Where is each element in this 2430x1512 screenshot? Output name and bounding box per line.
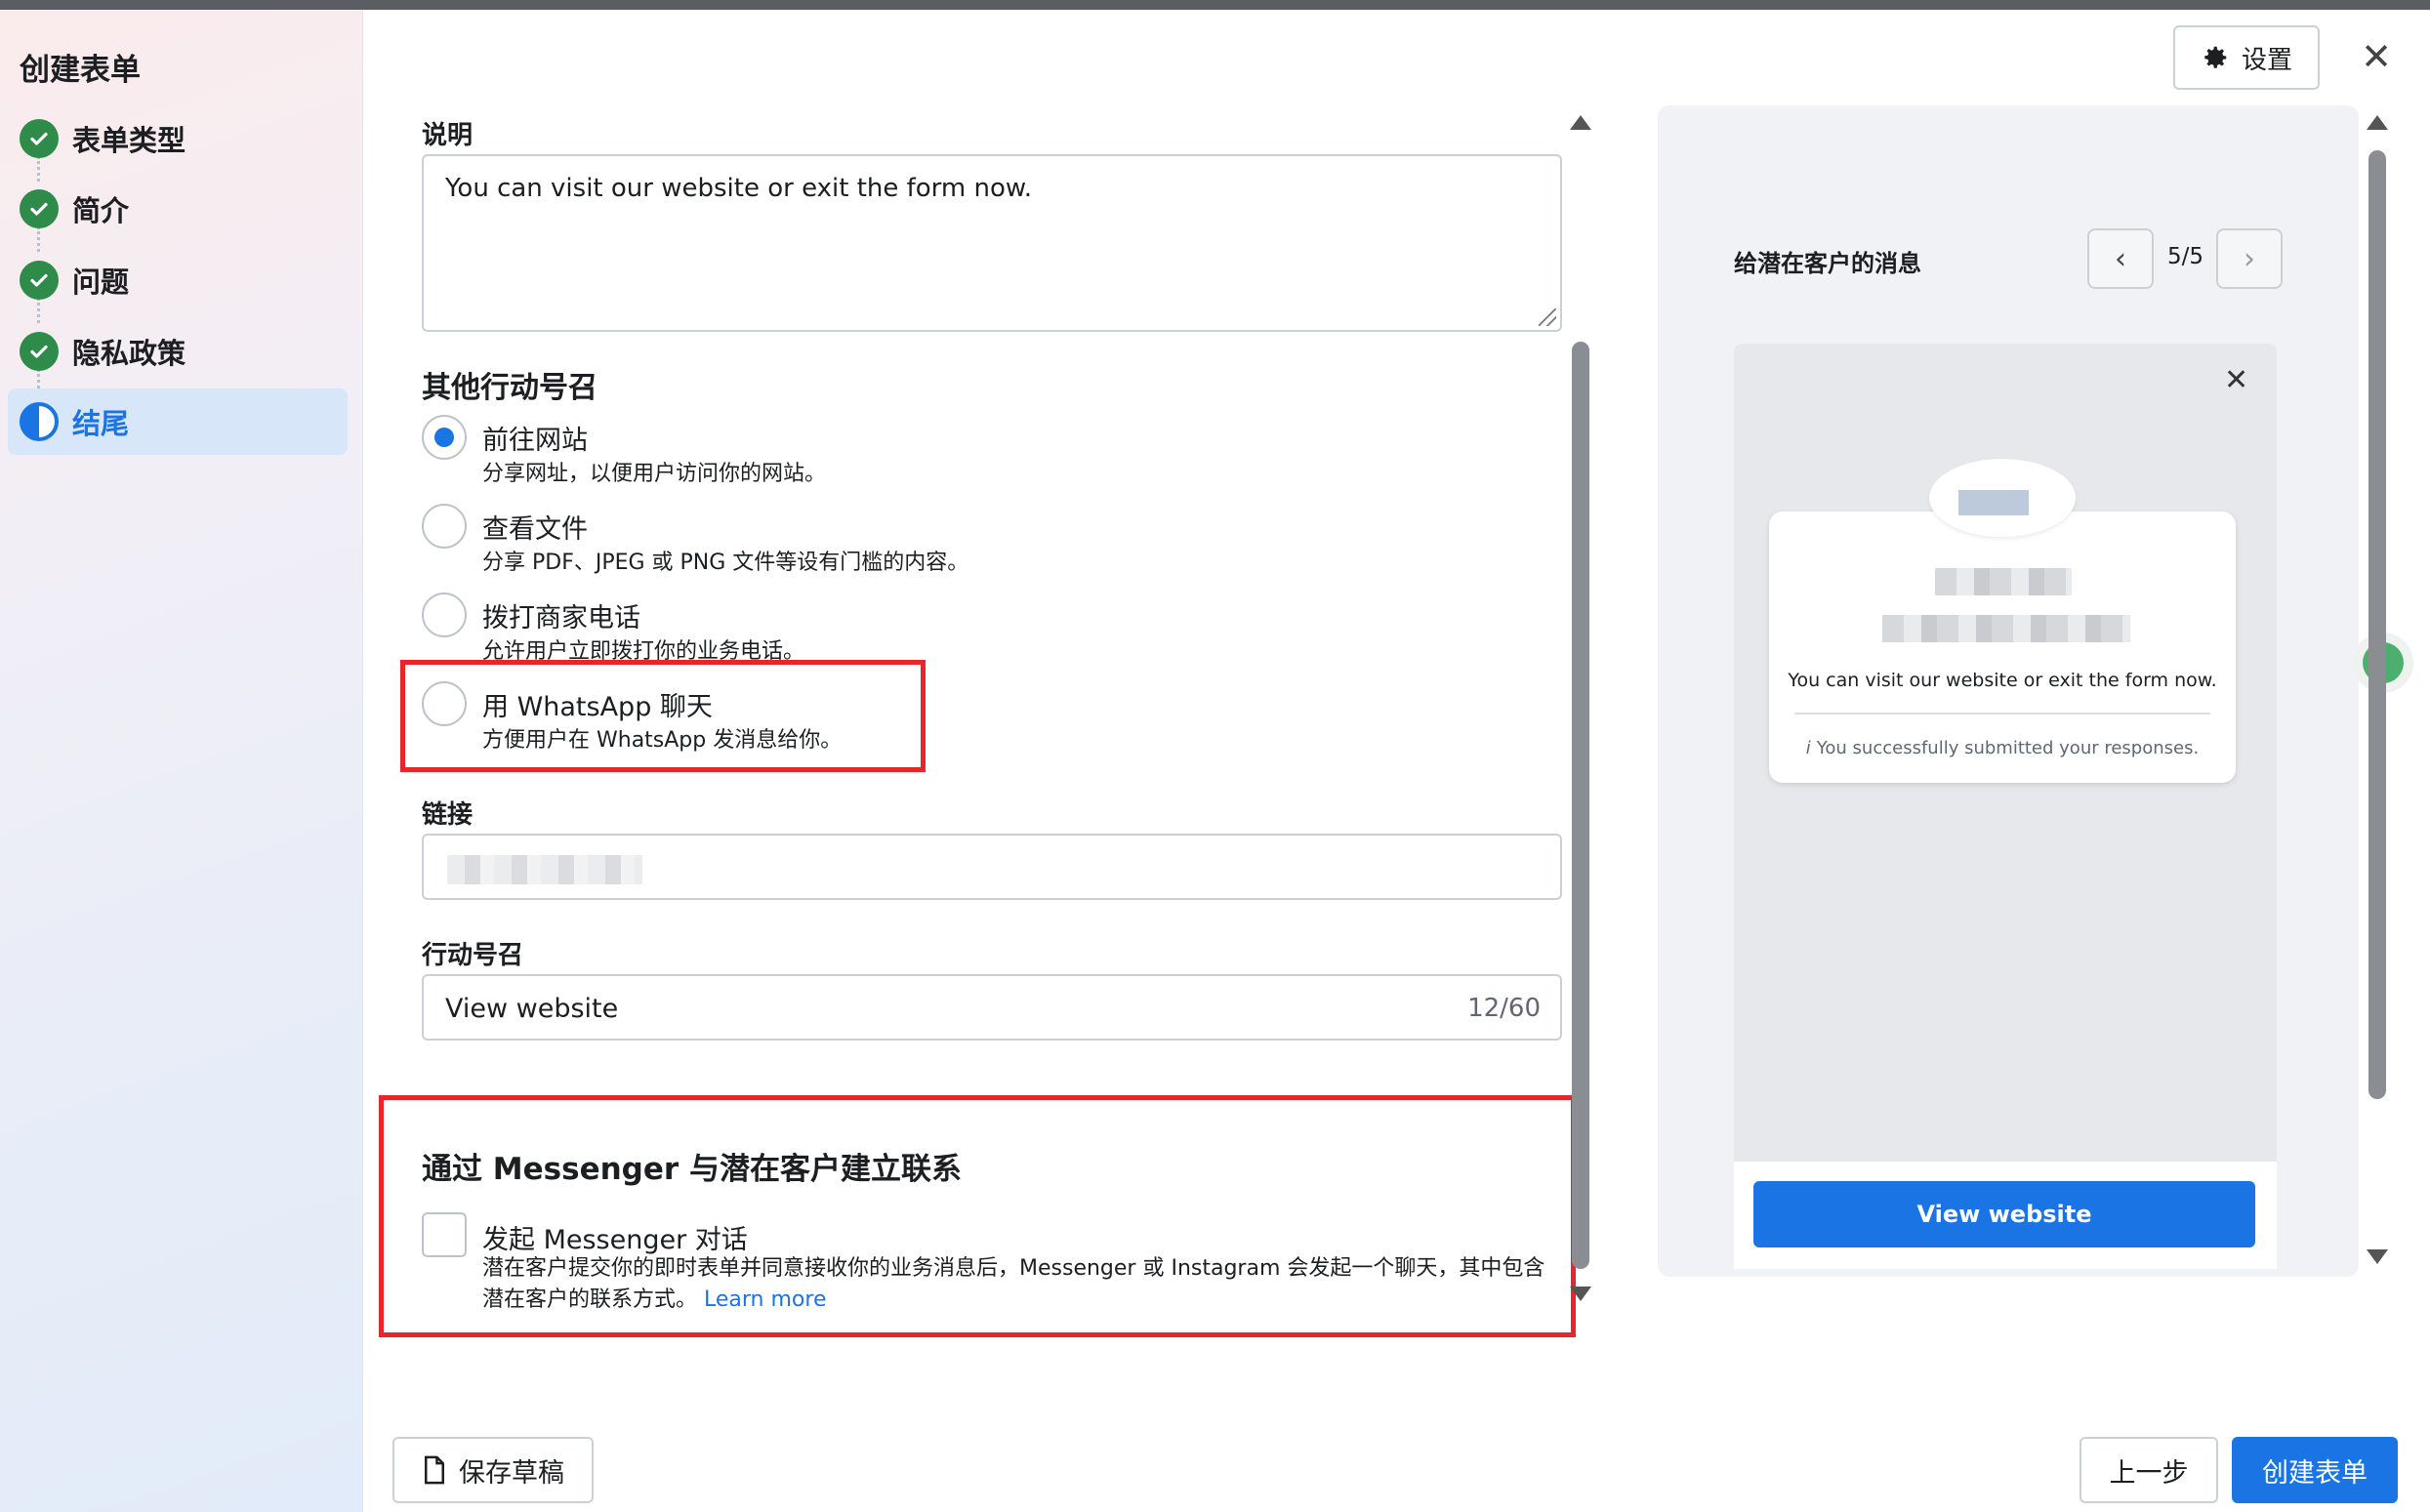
cta-option-website[interactable]: 前往网站 分享网址，以便用户访问你的网站。 xyxy=(422,415,1496,493)
check-circle-icon xyxy=(20,119,59,158)
chevron-right-icon: › xyxy=(2244,241,2255,276)
chevron-left-icon: ‹ xyxy=(2115,241,2126,276)
scroll-down-arrow-icon[interactable] xyxy=(1570,1287,1591,1301)
option-title: 查看文件 xyxy=(482,514,588,545)
step-questions[interactable]: 问题 xyxy=(8,247,348,313)
option-description: 分享网址，以便用户访问你的网站。 xyxy=(482,462,827,486)
step-ending[interactable]: 结尾 xyxy=(8,388,348,455)
settings-label: 设置 xyxy=(2241,45,2292,75)
option-title: 拨打商家电话 xyxy=(482,603,640,633)
other-cta-heading: 其他行动号召 xyxy=(422,371,597,405)
link-input[interactable] xyxy=(422,834,1562,900)
submission-note-text: You successfully submitted your response… xyxy=(1816,738,2200,758)
thank-you-message: You can visit our website or exit the fo… xyxy=(1788,670,2217,691)
check-circle-icon xyxy=(20,261,59,300)
cta-label: 行动号召 xyxy=(422,941,524,970)
save-draft-button[interactable]: 保存草稿 xyxy=(392,1437,594,1503)
cta-text-value: View website xyxy=(445,994,619,1024)
highlight-box-messenger xyxy=(379,1095,1576,1337)
close-icon: ✕ xyxy=(2224,363,2249,397)
scroll-up-arrow-icon[interactable] xyxy=(1570,115,1591,130)
option-description: 分享 PDF、JPEG 或 PNG 文件等设有门槛的内容。 xyxy=(482,551,969,575)
step-form-type[interactable]: 表单类型 xyxy=(8,105,348,172)
preview-pager: 5/5 xyxy=(2167,244,2204,269)
radio-button-selected[interactable] xyxy=(422,415,467,460)
preview-title: 给潜在客户的消息 xyxy=(1734,250,1921,277)
scroll-thumb[interactable] xyxy=(2368,150,2386,1099)
cta-option-view-file[interactable]: 查看文件 分享 PDF、JPEG 或 PNG 文件等设有门槛的内容。 xyxy=(422,504,1496,582)
highlight-box-whatsapp xyxy=(400,660,926,772)
radio-button[interactable] xyxy=(422,504,467,549)
check-circle-icon xyxy=(20,189,59,228)
step-label: 简介 xyxy=(72,194,130,227)
submission-note: i You successfully submitted your respons… xyxy=(1769,738,2236,758)
scroll-thumb[interactable] xyxy=(1572,342,1589,1269)
info-icon: i xyxy=(1805,738,1811,758)
half-circle-progress-icon xyxy=(20,402,59,441)
redacted-headline xyxy=(1882,615,2130,642)
document-icon xyxy=(425,1455,444,1485)
scroll-up-arrow-icon[interactable] xyxy=(2367,115,2388,130)
sidebar-title: 创建表单 xyxy=(20,53,141,88)
window-top-strip xyxy=(0,0,2430,10)
step-intro[interactable]: 简介 xyxy=(8,176,348,242)
link-label: 链接 xyxy=(422,800,474,830)
scroll-down-arrow-icon[interactable] xyxy=(2367,1249,2388,1264)
step-label: 隐私政策 xyxy=(72,337,186,370)
step-label: 问题 xyxy=(72,266,130,299)
redacted-avatar-image xyxy=(1958,490,2029,515)
save-draft-label: 保存草稿 xyxy=(459,1457,564,1489)
create-form-button[interactable]: 创建表单 xyxy=(2232,1437,2398,1503)
step-label: 表单类型 xyxy=(72,124,186,157)
step-privacy-policy[interactable]: 隐私政策 xyxy=(8,318,348,385)
description-label: 说明 xyxy=(422,121,474,150)
preview-scrollbar[interactable] xyxy=(2367,115,2388,1273)
gear-icon xyxy=(2204,46,2227,68)
previous-step-button[interactable]: 上一步 xyxy=(2080,1437,2218,1503)
description-textarea[interactable]: You can visit our website or exit the fo… xyxy=(422,154,1562,332)
resize-grip-icon[interactable] xyxy=(1539,308,1556,326)
form-scrollbar[interactable] xyxy=(1570,115,1591,1306)
redacted-page-name xyxy=(1935,568,2072,595)
divider xyxy=(1794,713,2210,715)
settings-button[interactable]: 设置 xyxy=(2173,25,2320,90)
character-count: 12/60 xyxy=(1467,994,1541,1023)
step-label: 结尾 xyxy=(72,407,130,440)
cta-option-call-business[interactable]: 拨打商家电话 允许用户立即拨打你的业务电话。 xyxy=(422,593,1496,671)
description-value: You can visit our website or exit the fo… xyxy=(445,174,1033,203)
close-icon[interactable]: ✕ xyxy=(2357,35,2396,78)
radio-button[interactable] xyxy=(422,593,467,637)
cta-text-input[interactable]: View website 12/60 xyxy=(422,974,1562,1041)
preview-prev-button[interactable]: ‹ xyxy=(2087,228,2154,289)
preview-cta-button: View website xyxy=(1753,1181,2255,1247)
preview-next-button[interactable]: › xyxy=(2216,228,2283,289)
option-title: 前往网站 xyxy=(482,426,588,456)
check-circle-icon xyxy=(20,332,59,371)
redacted-url xyxy=(447,855,642,884)
